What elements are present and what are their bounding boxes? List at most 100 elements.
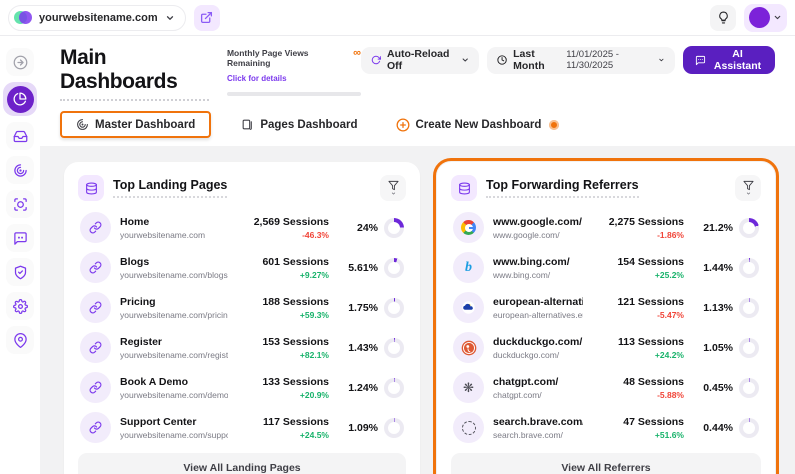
tab-label: Master Dashboard — [95, 119, 195, 131]
dashboard-content: Top Landing Pages Homeyourwebsitename.co… — [40, 146, 795, 474]
share-percent: 0.45% — [703, 382, 733, 394]
database-icon — [78, 175, 104, 201]
quota-details-link[interactable]: Click for details — [227, 74, 287, 83]
table-row[interactable]: Registeryourwebsitename.com/register 153… — [78, 330, 406, 365]
table-row[interactable]: Support Centeryourwebsitename.com/suppor… — [78, 410, 406, 445]
share-donut — [384, 338, 404, 358]
date-range-picker[interactable]: Last Month 11/01/2025 - 11/30/2025 — [487, 47, 675, 74]
user-menu[interactable] — [744, 4, 787, 32]
bing-favicon: b — [453, 252, 484, 283]
ideas-button[interactable] — [710, 5, 736, 31]
table-row[interactable]: ❋ chatgpt.com/chatgpt.com/ 48 Sessions-5… — [451, 370, 761, 405]
link-icon — [80, 252, 111, 283]
view-all-landing-pages-button[interactable]: View All Landing Pages — [78, 453, 406, 474]
external-link-icon — [200, 11, 213, 24]
chatgpt-favicon: ❋ — [453, 372, 484, 403]
share-donut — [384, 378, 404, 398]
map-pin-icon — [13, 333, 28, 348]
sessions-value: 601 Sessions — [237, 256, 329, 268]
tab-master-dashboard[interactable]: Master Dashboard — [60, 111, 211, 138]
row-name: Support Center — [120, 416, 228, 428]
sessions-delta: -5.88% — [592, 390, 684, 400]
row-url: yourwebsitename.com/register — [120, 350, 228, 360]
table-row[interactable]: search.brave.com/search.brave.com/ 47 Se… — [451, 410, 761, 445]
share-donut — [384, 298, 404, 318]
sidebar-item-chat[interactable] — [6, 224, 34, 252]
pie-chart-icon — [13, 92, 27, 106]
chevron-down-icon — [390, 191, 397, 196]
auto-reload-dropdown[interactable]: Auto-Reload Off — [361, 47, 479, 74]
top-landing-pages-card: Top Landing Pages Homeyourwebsitename.co… — [64, 162, 420, 474]
row-name: european-alternatives.eu/ — [493, 296, 583, 308]
sessions-value: 153 Sessions — [237, 336, 329, 348]
filter-button[interactable] — [735, 175, 761, 201]
filter-icon — [388, 180, 399, 191]
share-donut — [739, 418, 759, 438]
row-name: Pricing — [120, 296, 228, 308]
open-site-button[interactable] — [194, 5, 220, 31]
chevron-down-icon — [745, 191, 752, 196]
view-all-referrers-button[interactable]: View All Referrers — [451, 453, 761, 474]
table-row[interactable]: b www.bing.com/www.bing.com/ 154 Session… — [451, 250, 761, 285]
link-icon — [80, 372, 111, 403]
sidebar-item-inbox[interactable] — [6, 122, 34, 150]
table-row[interactable]: Book A Demoyourwebsitename.com/demo 133 … — [78, 370, 406, 405]
table-row[interactable]: Homeyourwebsitename.com 2,569 Sessions-4… — [78, 210, 406, 245]
table-row[interactable]: european-alternatives.eu/european-altern… — [451, 290, 761, 325]
sidebar-item-locations[interactable] — [6, 326, 34, 354]
brave-placeholder-favicon — [453, 412, 484, 443]
swirl-icon — [13, 163, 28, 178]
row-url: yourwebsitename.com/demo — [120, 390, 228, 400]
table-row[interactable]: Blogsyourwebsitename.com/blogs 601 Sessi… — [78, 250, 406, 285]
ai-assistant-button[interactable]: AI Assistant — [683, 46, 775, 74]
link-icon — [80, 332, 111, 363]
share-percent: 1.43% — [348, 342, 378, 354]
row-name: Blogs — [120, 256, 228, 268]
sidebar-item-settings[interactable] — [6, 292, 34, 320]
share-percent: 21.2% — [703, 222, 733, 234]
sidebar-item-sessions[interactable] — [6, 156, 34, 184]
sessions-delta: +24.2% — [592, 350, 684, 360]
duckduckgo-favicon — [453, 332, 484, 363]
row-url: www.bing.com/ — [493, 270, 583, 280]
share-percent: 5.61% — [348, 262, 378, 274]
sessions-value: 117 Sessions — [237, 416, 329, 428]
sidebar-item-dashboards[interactable] — [3, 82, 37, 116]
row-name: duckduckgo.com/ — [493, 336, 583, 348]
quota-label: Monthly Page Views Remaining — [227, 48, 353, 68]
sidebar-item-privacy[interactable] — [6, 258, 34, 286]
table-row[interactable]: www.google.com/www.google.com/ 2,275 Ses… — [451, 210, 761, 245]
filter-button[interactable] — [380, 175, 406, 201]
table-row[interactable]: duckduckgo.com/duckduckgo.com/ 113 Sessi… — [451, 330, 761, 365]
auto-reload-label: Auto-Reload Off — [387, 48, 455, 72]
sidebar-item-expand[interactable] — [6, 48, 34, 76]
settings-gear-icon — [13, 299, 28, 314]
tab-pages-dashboard[interactable]: Pages Dashboard — [233, 113, 365, 136]
sessions-value: 47 Sessions — [592, 416, 684, 428]
european-alternatives-favicon — [453, 292, 484, 323]
sessions-delta: +24.5% — [237, 430, 329, 440]
clock-icon — [497, 54, 507, 66]
tab-label: Pages Dashboard — [260, 119, 357, 131]
row-url: chatgpt.com/ — [493, 390, 583, 400]
sessions-delta: -46.3% — [237, 230, 329, 240]
table-row[interactable]: Pricingyourwebsitename.com/pricing 188 S… — [78, 290, 406, 325]
site-selector-dropdown[interactable]: yourwebsitename.com — [8, 5, 186, 31]
sidebar-item-tracking[interactable] — [6, 190, 34, 218]
tab-create-new-dashboard[interactable]: Create New Dashboard — [388, 113, 568, 137]
plus-circle-icon — [396, 118, 410, 132]
sessions-delta: +59.3% — [237, 310, 329, 320]
row-name: Home — [120, 216, 228, 228]
share-percent: 1.09% — [348, 422, 378, 434]
share-percent: 1.44% — [703, 262, 733, 274]
share-percent: 1.13% — [703, 302, 733, 314]
share-percent: 1.05% — [703, 342, 733, 354]
shield-check-icon — [13, 265, 28, 280]
share-donut — [739, 218, 759, 238]
row-name: chatgpt.com/ — [493, 376, 583, 388]
share-percent: 24% — [357, 222, 378, 234]
sessions-delta: -1.86% — [592, 230, 684, 240]
link-icon — [80, 412, 111, 443]
row-url: european-alternatives.eu/ — [493, 310, 583, 320]
new-feature-badge-icon — [549, 120, 559, 130]
